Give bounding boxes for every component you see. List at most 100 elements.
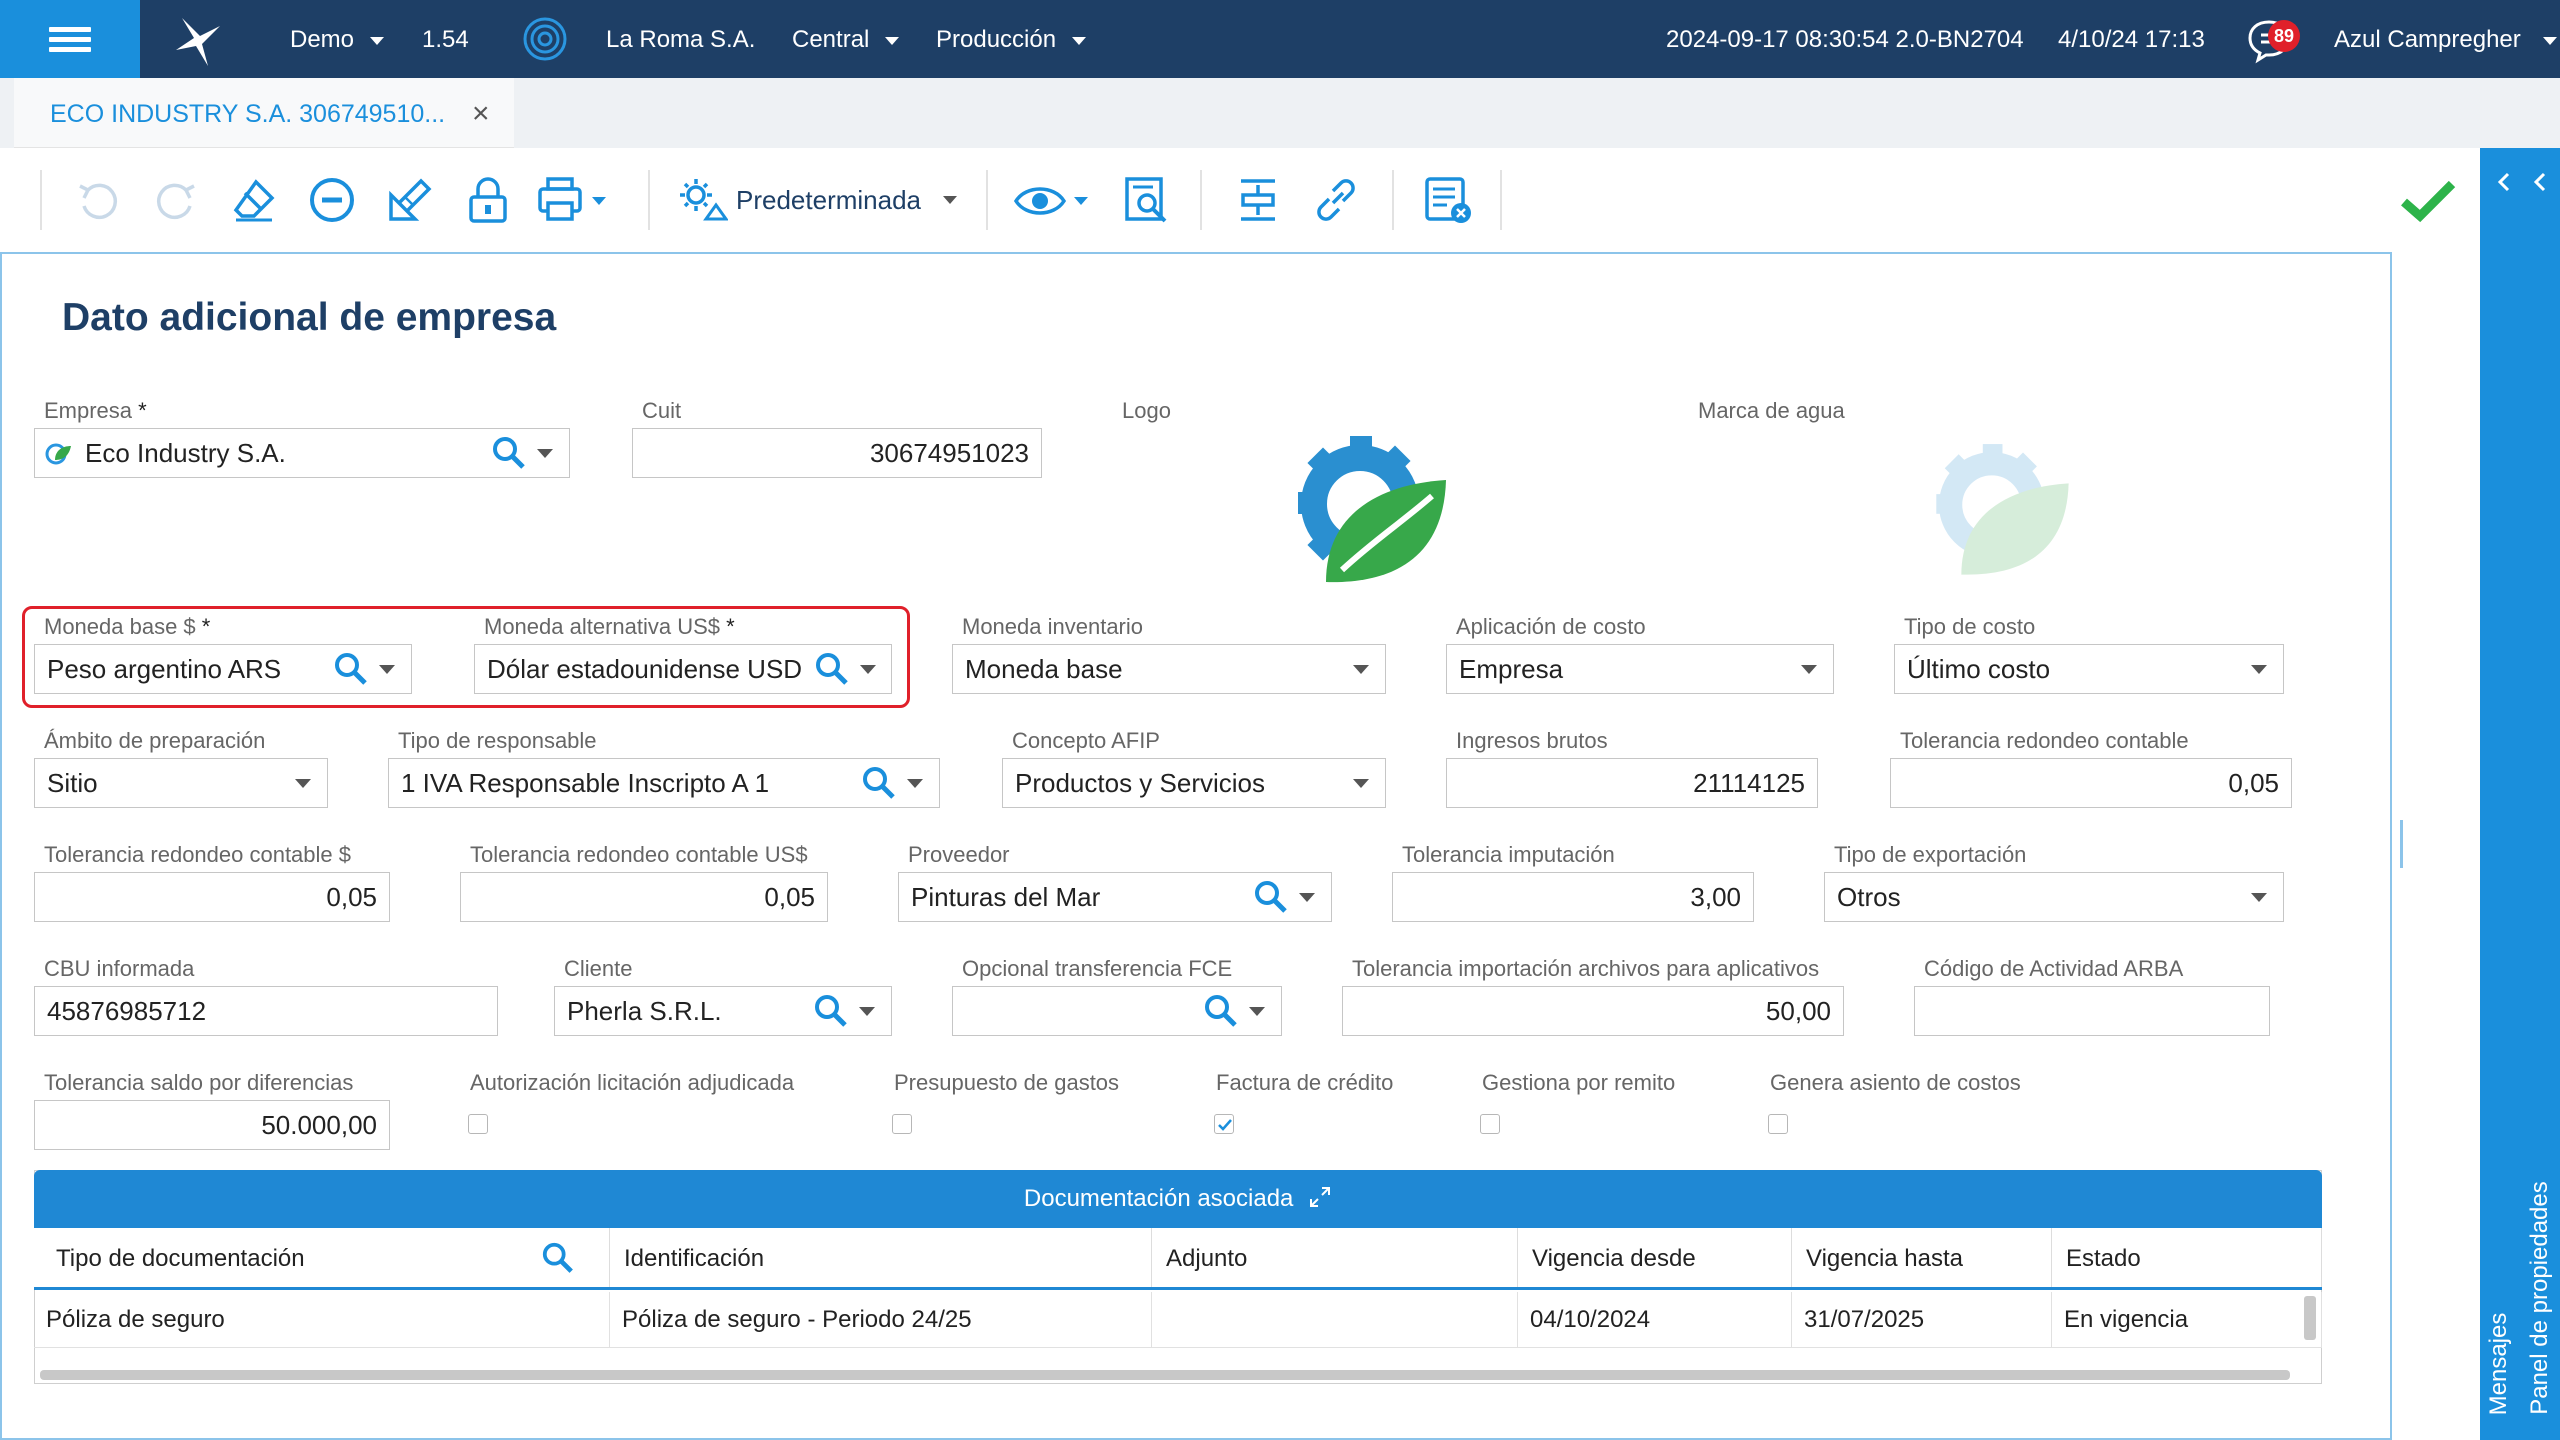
table-row[interactable]: Póliza de seguro Póliza de seguro - Perio… (34, 1292, 2322, 1348)
chevron-down-icon[interactable] (1801, 664, 1817, 674)
cliente-field[interactable]: Pherla S.R.L. (554, 986, 892, 1036)
moneda-inv-select[interactable]: Moneda base (952, 644, 1386, 694)
search-icon[interactable] (333, 651, 369, 687)
redo-icon[interactable] (148, 172, 204, 228)
chevron-down-icon[interactable] (859, 1006, 875, 1016)
messages-tab[interactable]: Mensajes (2480, 1288, 2520, 1438)
list-cancel-icon[interactable] (1420, 172, 1476, 228)
eraser-icon[interactable] (226, 172, 282, 228)
check-icon (1218, 1119, 1232, 1131)
chevron-down-icon[interactable] (860, 664, 877, 674)
chevron-down-icon[interactable] (537, 448, 553, 458)
grid-column-header[interactable]: Vigencia hasta (1792, 1228, 2052, 1287)
tol-red-field[interactable]: 0,05 (1890, 758, 2292, 808)
properties-panel-tab[interactable]: Panel de propiedades (2520, 1158, 2560, 1438)
search-icon[interactable] (1203, 993, 1239, 1029)
chevron-down-icon[interactable] (295, 778, 311, 788)
opc-fce-field[interactable] (952, 986, 1282, 1036)
tol-red-value: 0,05 (2228, 767, 2279, 798)
undo-icon[interactable] (70, 172, 126, 228)
chevron-down-icon[interactable] (1353, 778, 1369, 788)
scroll-indicator[interactable] (2400, 820, 2403, 868)
messages-tab-label: Mensajes (2485, 1312, 2512, 1416)
mode-dropdown[interactable]: Producción (936, 0, 1087, 78)
search-icon[interactable] (1253, 879, 1289, 915)
factura-checkbox[interactable] (1214, 1114, 1234, 1134)
design-icon[interactable] (382, 172, 438, 228)
chevron-down-icon[interactable] (907, 778, 923, 788)
print-icon[interactable] (536, 172, 616, 228)
autoriz-checkbox[interactable] (468, 1114, 488, 1134)
empresa-field[interactable]: Eco Industry S.A. (34, 428, 570, 478)
cod-arba-field[interactable] (1914, 986, 2270, 1036)
tol-red-usd-field[interactable]: 0,05 (460, 872, 828, 922)
grid-column-header[interactable]: Vigencia desde (1518, 1228, 1792, 1287)
ingresos-field[interactable]: 21114125 (1446, 758, 1818, 808)
company-logo-image[interactable] (1282, 432, 1452, 592)
tol-red-ars-field[interactable]: 0,05 (34, 872, 390, 922)
horizontal-scrollbar[interactable] (40, 1370, 2290, 1380)
cbu-field[interactable]: 45876985712 (34, 986, 498, 1036)
search-icon[interactable] (813, 993, 849, 1029)
tab-close-icon[interactable]: × (472, 78, 490, 148)
search-icon[interactable] (491, 435, 527, 471)
menu-icon[interactable] (0, 0, 140, 78)
ambito-select[interactable]: Sitio (34, 758, 328, 808)
watermark-image[interactable] (1922, 440, 2074, 584)
cuit-field[interactable]: 30674951023 (632, 428, 1042, 478)
proveedor-field[interactable]: Pinturas del Mar (898, 872, 1332, 922)
env-dropdown[interactable]: Demo (290, 0, 385, 78)
vertical-scrollbar[interactable] (2304, 1296, 2316, 1340)
tipo-resp-field[interactable]: 1 IVA Responsable Inscripto A 1 (388, 758, 940, 808)
company-name[interactable]: La Roma S.A. (606, 0, 755, 78)
view-preset-dropdown[interactable]: Predeterminada (676, 172, 957, 228)
grid-column-header[interactable]: Identificación (610, 1228, 1152, 1287)
app-logo-icon[interactable] (170, 10, 230, 70)
user-menu[interactable]: Azul Campregher (2334, 0, 2557, 78)
tol-imp-field[interactable]: 3,00 (1392, 872, 1754, 922)
chevron-down-icon[interactable] (1249, 1006, 1265, 1016)
tol-saldo-field[interactable]: 50.000,00 (34, 1100, 390, 1150)
chevron-down-icon[interactable] (379, 664, 395, 674)
search-icon[interactable] (861, 765, 897, 801)
search-document-icon[interactable] (1118, 172, 1174, 228)
tipo-costo-select[interactable]: Último costo (1894, 644, 2284, 694)
chevron-left-icon[interactable] (2494, 170, 2514, 194)
branch-dropdown[interactable]: Central (792, 0, 900, 78)
tol-archivos-field[interactable]: 50,00 (1342, 986, 1844, 1036)
lock-icon[interactable] (460, 172, 516, 228)
visibility-icon[interactable] (1012, 172, 1096, 228)
grid-column-header[interactable]: Adjunto (1152, 1228, 1518, 1287)
tipo-exp-select[interactable]: Otros (1824, 872, 2284, 922)
concepto-select[interactable]: Productos y Servicios (1002, 758, 1386, 808)
save-check-icon[interactable] (2400, 174, 2456, 226)
chevron-down-icon[interactable] (2251, 892, 2267, 902)
company-icon[interactable] (520, 14, 570, 64)
aplic-costo-select[interactable]: Empresa (1446, 644, 1834, 694)
tab-eco-industry[interactable]: ECO INDUSTRY S.A. 306749510... × (14, 78, 514, 148)
expand-icon[interactable] (1308, 1185, 1332, 1209)
remove-icon[interactable] (304, 172, 360, 228)
link-icon[interactable] (1308, 172, 1364, 228)
search-icon[interactable] (814, 651, 850, 687)
moneda-alt-field[interactable]: Dólar estadounidense USD (474, 644, 892, 694)
notifications-icon[interactable]: 89 (2246, 14, 2306, 66)
moneda-base-field[interactable]: Peso argentino ARS (34, 644, 412, 694)
chevron-left-icon[interactable] (2530, 170, 2550, 194)
build-info: 2024-09-17 08:30:54 2.0-BN2704 (1666, 26, 2024, 53)
logo-label: Logo (1122, 398, 1171, 423)
gestiona-checkbox[interactable] (1480, 1114, 1500, 1134)
grid-column-header[interactable]: Estado (2052, 1228, 2322, 1287)
tol-archivos-label: Tolerancia importación archivos para apl… (1352, 956, 1820, 981)
presup-checkbox[interactable] (892, 1114, 912, 1134)
chevron-down-icon[interactable] (1299, 892, 1315, 902)
grid-column-header[interactable]: Tipo de documentación (34, 1228, 610, 1287)
genera-checkbox[interactable] (1768, 1114, 1788, 1134)
table-cell (1152, 1292, 1518, 1348)
search-icon[interactable] (541, 1241, 575, 1275)
genera-label: Genera asiento de costos (1770, 1070, 2021, 1095)
align-icon[interactable] (1230, 172, 1286, 228)
chevron-down-icon[interactable] (2251, 664, 2267, 674)
chevron-down-icon[interactable] (1353, 664, 1369, 674)
tipo-resp-label: Tipo de responsable (398, 728, 597, 753)
